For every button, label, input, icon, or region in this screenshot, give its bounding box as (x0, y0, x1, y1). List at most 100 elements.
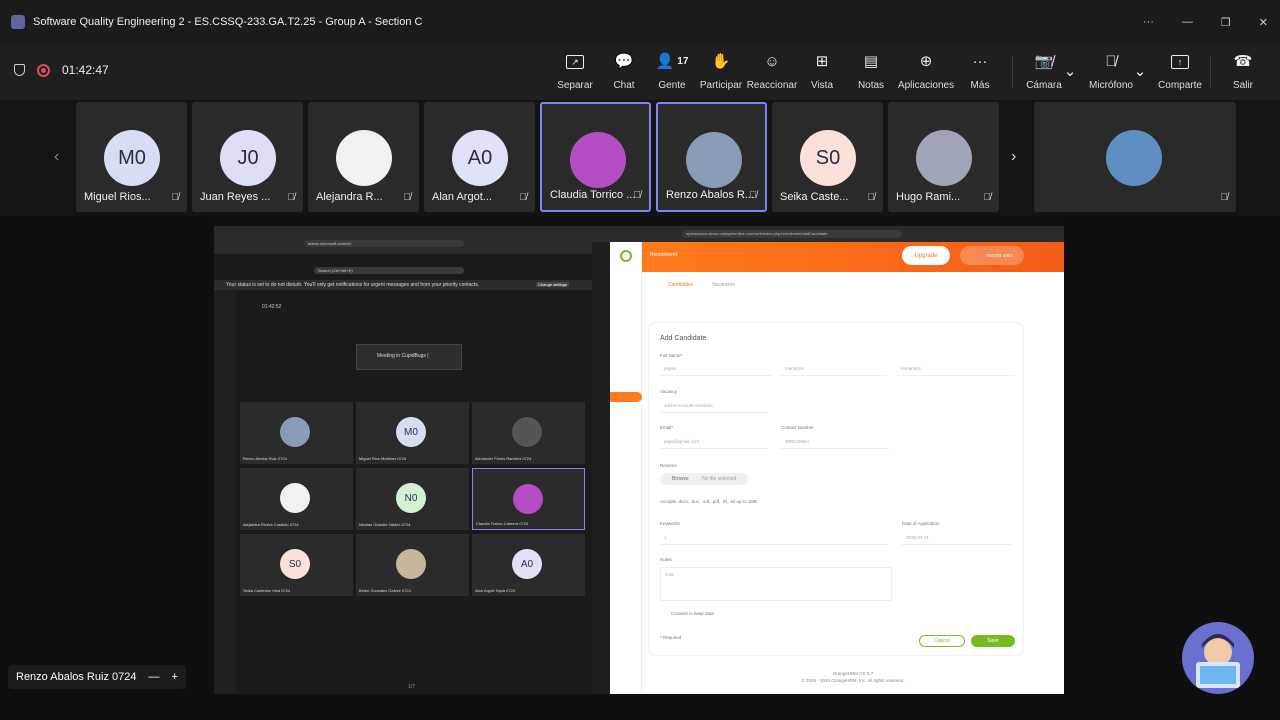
mic-muted-icon: 🎙̸ (519, 192, 528, 203)
resume-accepts-hint: Accepts .docx, .doc, .odt, .pdf, .rtf, .… (660, 499, 758, 504)
resume-label: Resume (660, 463, 677, 468)
mic-muted-icon: 🎙̸ (171, 192, 180, 203)
resume-browse-button[interactable]: Browse No file selected (660, 473, 748, 485)
notes-button[interactable]: ▤ Notas (841, 52, 901, 91)
full-name-label: Full Name* (660, 353, 683, 358)
first-name-input[interactable]: pepito (660, 362, 772, 376)
participant-avatar (686, 132, 742, 188)
participant-tile[interactable]: M0 Miguel Rios... 🎙̸ (76, 102, 187, 212)
camera-options-chevron-icon[interactable]: ⌄ (1061, 62, 1079, 82)
tab-candidates[interactable]: Candidates (668, 282, 693, 288)
minimize-icon[interactable]: — (1182, 16, 1193, 29)
participant-avatar: M0 (104, 130, 160, 186)
window-title: Software Quality Engineering 2 - ES.CSSQ… (33, 16, 423, 28)
people-count: 17 (677, 56, 689, 67)
remote-participant-tile: A0 Alan Argoti Tapia 0724 (472, 534, 585, 596)
participant-tile[interactable]: Claudia Torrico ... 🎙̸ (540, 102, 651, 212)
camera-off-icon: 📷̸ (1034, 53, 1054, 70)
remote-participant-tile: Belen Gonzalez Galvez 0724 (356, 534, 469, 596)
orangehrm-logo-icon (620, 250, 632, 262)
orangehrm-topbar: Recruitment Upgrade manda user (642, 242, 1064, 272)
mic-options-chevron-icon[interactable]: ⌄ (1131, 62, 1149, 82)
hang-up-icon: ☎ (1233, 53, 1253, 70)
remote-meeting-timer: 01:42:52 (262, 304, 282, 310)
chevron-right-icon[interactable]: › (1011, 148, 1016, 166)
teams-logo-icon (11, 15, 25, 29)
participant-tile[interactable]: A0 Alan Argot... 🎙̸ (424, 102, 535, 212)
notes-label: Notes (660, 557, 672, 562)
remote-page-indicator: 1/7 (408, 684, 415, 690)
share-button[interactable]: ↑ Comparte (1150, 52, 1210, 91)
date-of-application-label: Date of Application (902, 521, 940, 526)
remote-participant-tile: N0 Nicolas Grandia Valdes 0724 (356, 468, 469, 530)
remote-participant-tile: Renzo Abalos Ruiz 0724 (240, 402, 353, 464)
participant-tile[interactable]: Renzo Abalos R... 🎙̸ (656, 102, 767, 212)
hand-icon: ✋ (711, 53, 731, 70)
tab-vacancies[interactable]: Vacancies (712, 282, 735, 288)
mic-muted-icon: 🎙̸ (287, 192, 296, 203)
remote-participant-avatar (280, 417, 310, 447)
vacancy-label: Vacancy (660, 389, 677, 394)
last-name-input[interactable]: fernandez (897, 362, 1015, 376)
consent-checkbox-label[interactable]: Consent to keep data (671, 611, 714, 616)
mic-muted-icon: 🎙̸ (633, 190, 642, 201)
notes-textarea[interactable]: hola (660, 567, 892, 601)
middle-name-input[interactable]: mendoza (781, 362, 887, 376)
remote-participant-avatar: N0 (396, 483, 426, 513)
remote-participant-avatar: S0 (280, 549, 310, 579)
chevron-left-icon[interactable]: ‹ (54, 148, 59, 166)
record-icon (37, 63, 50, 77)
participant-tile[interactable]: Hugo Rami... 🎙̸ (888, 102, 999, 212)
participant-tile[interactable]: S0 Seika Caste... 🎙̸ (772, 102, 883, 212)
keywords-input[interactable]: 1 (660, 531, 888, 545)
window-controls: ··· — ❐ ✕ (1143, 16, 1268, 29)
date-of-application-input[interactable]: 2025-03-11 (902, 531, 1012, 545)
remote-participant-name: Alan Argoti Tapia 0724 (475, 588, 515, 593)
save-button[interactable]: Save (971, 635, 1015, 647)
remote-participant-tile: Alejandra Rivera Castedo 0724 (240, 468, 353, 530)
recording-indicator: 01:42:47 (14, 63, 109, 77)
more-options-icon[interactable]: ··· (1143, 16, 1154, 29)
remote-search-box: Search (Ctrl+Alt+E) (314, 267, 464, 274)
remote-participant-name: Alexander Flores Ramirez 0724 (475, 456, 532, 461)
participant-avatar: A0 (452, 130, 508, 186)
sidebar-item-recruitment[interactable] (610, 392, 642, 402)
shared-screen: teams.microsoft.com/v2/ Search (Ctrl+Alt… (214, 216, 1064, 694)
minimize-share-icon[interactable]: — (148, 671, 159, 683)
smiley-icon: ☺ (764, 53, 780, 70)
cancel-button[interactable]: Cancel (919, 635, 965, 647)
mic-off-icon: 🎙̸ (1105, 53, 1117, 70)
bot-avatar (1182, 622, 1254, 694)
close-icon[interactable]: ✕ (1259, 16, 1268, 29)
more-button[interactable]: ··· Más (950, 52, 1010, 91)
remote-participant-avatar (280, 483, 310, 513)
contact-number-label: Contact Number (781, 425, 814, 430)
email-input[interactable]: pepe@gmail.com (660, 435, 768, 449)
grid-icon: ⊞ (815, 53, 829, 70)
participant-tile[interactable]: Alejandra R... 🎙̸ (308, 102, 419, 212)
vacancy-select[interactable]: Junior Account Assistant (660, 399, 768, 413)
remote-participant-name: Miguel Rios Martinez 0724 (359, 456, 407, 461)
title-bar: Software Quality Engineering 2 - ES.CSSQ… (0, 0, 1280, 44)
participant-name: Hugo Rami... (896, 191, 961, 203)
orangehrm-sidebar (610, 242, 642, 694)
contact-number-input[interactable]: 30RC20964 (781, 435, 889, 449)
remote-url-bar: teams.microsoft.com/v2/ (304, 240, 464, 247)
participant-name: Juan Reyes ... (200, 191, 271, 203)
shield-icon (14, 64, 25, 76)
upgrade-button[interactable]: Upgrade (902, 246, 950, 265)
participant-tile[interactable]: 🎙̸ (1034, 102, 1236, 212)
participant-tile[interactable]: J0 Juan Reyes ... 🎙̸ (192, 102, 303, 212)
keywords-label: Keywords (660, 521, 680, 526)
remote-app-rail (214, 290, 236, 694)
apps-button[interactable]: ⊕ Aplicaciones (896, 52, 956, 91)
user-dropdown[interactable]: manda user (960, 246, 1024, 265)
remote-participant-avatar: M0 (396, 417, 426, 447)
leave-button[interactable]: ☎ Salir (1213, 52, 1273, 91)
participant-avatar (570, 132, 626, 188)
plus-icon[interactable]: + (171, 671, 177, 683)
restore-icon[interactable]: ❐ (1221, 16, 1231, 29)
mic-muted-icon: 🎙̸ (403, 192, 412, 203)
remote-participant-name: Alejandra Rivera Castedo 0724 (243, 522, 299, 527)
page-title: Recruitment (650, 252, 677, 258)
